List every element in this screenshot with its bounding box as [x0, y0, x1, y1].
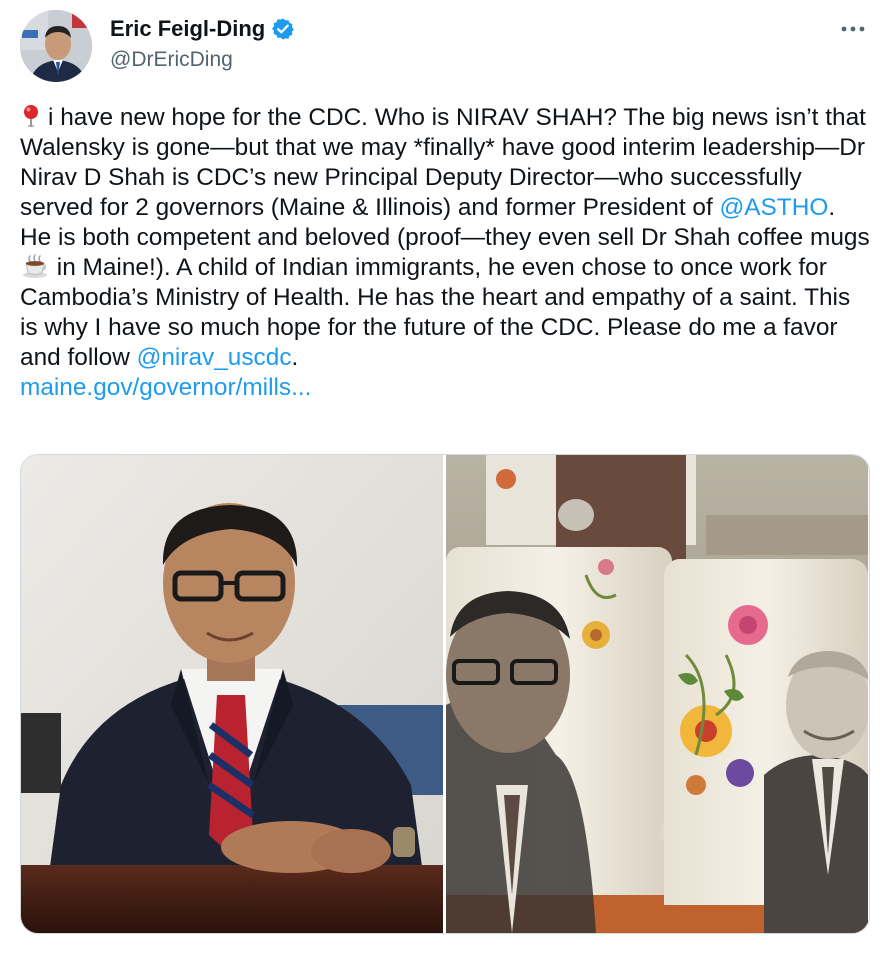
photo-2[interactable] [446, 455, 868, 933]
verified-badge-icon[interactable] [271, 17, 295, 41]
external-link[interactable]: maine.gov/governor/mills... [20, 373, 870, 403]
hot-beverage-icon [22, 254, 48, 278]
display-name[interactable]: Eric Feigl-Ding [110, 16, 265, 42]
profile-photo-icon [20, 10, 92, 82]
media-grid [20, 454, 870, 934]
tweet-text: i have new hope for the CDC. Who is NIRA… [20, 103, 870, 403]
author-block: Eric Feigl-Ding @DrEricDing [110, 14, 295, 72]
coffee-mugs-photo-icon [446, 455, 868, 933]
mention-astho[interactable]: @ASTHO [720, 194, 829, 221]
more-options-button[interactable] [838, 14, 868, 44]
pushpin-icon [20, 104, 42, 128]
more-dots-icon [841, 26, 865, 32]
portrait-man-in-suit-photo-icon [21, 455, 443, 933]
tweet-card: Eric Feigl-Ding @DrEricDing i have new h… [0, 0, 888, 962]
mention-nirav-uscdc[interactable]: @nirav_uscdc [137, 344, 292, 371]
tweet-text-part-4: . [291, 344, 299, 371]
handle[interactable]: @DrEricDing [110, 48, 295, 72]
avatar[interactable] [20, 10, 92, 82]
name-row: Eric Feigl-Ding [110, 14, 295, 44]
photo-1[interactable] [21, 455, 443, 933]
